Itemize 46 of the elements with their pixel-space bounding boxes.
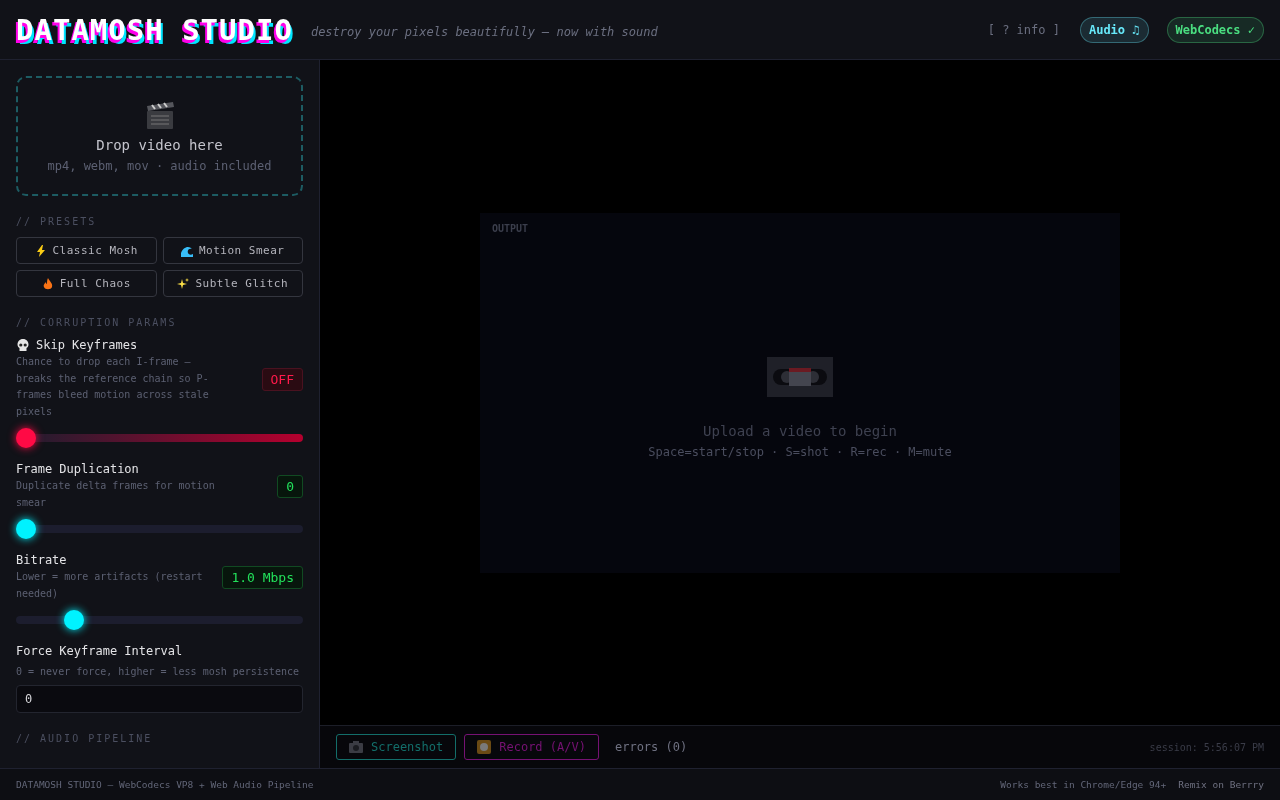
status-badge: Audio ♫ — [1079, 16, 1149, 43]
preset-button[interactable]: Classic Mosh — [16, 237, 157, 264]
lightning-icon — [34, 244, 47, 257]
tagline: destroy your pixels beautifully — now with sound — [310, 24, 658, 39]
param-value: 1.0 Mbps — [222, 566, 303, 589]
param-value: 0 — [277, 475, 303, 498]
record-icon — [477, 740, 492, 754]
param-description: 0 = never force, higher = less mosh persistence — [16, 665, 300, 679]
input-field[interactable]: 0 — [16, 684, 303, 713]
drop-zone[interactable]: Drop video here mp4, webm, mov · audio included — [16, 76, 303, 196]
status-badge: WebCodecs ✓ — [1166, 16, 1264, 43]
dropzone-hint: mp4, webm, mov · audio included — [47, 159, 272, 173]
remix-link[interactable]: Remix on Berrry — [1178, 779, 1264, 790]
preset-button[interactable]: Subtle Glitch — [162, 270, 303, 297]
session-time: session: 5:56:07 PM — [1149, 741, 1264, 753]
footer-text: DATAMOSH STUDIO — WebCodecs VP8 + Web Audio Pipeline — [16, 779, 314, 790]
param-name: Force Keyframe Interval — [16, 644, 184, 658]
cassette-icon — [767, 356, 833, 397]
param-value: OFF — [261, 367, 303, 391]
camera-icon — [349, 741, 363, 753]
slider-thumb[interactable] — [16, 519, 36, 539]
param-description: Chance to drop each I-frame — breaks the reference chain so P-frames bleed motion across stale pixels — [16, 355, 210, 419]
skull-icon — [16, 338, 30, 352]
section-heading: // PRESETS — [16, 216, 98, 227]
param-name: Skip Keyframes — [16, 338, 221, 352]
footer-note: Works best in Chrome/Edge 94+ — [1000, 779, 1167, 790]
error-count: errors (0) — [614, 740, 688, 754]
section-heading: // AUDIO PIPELINE — [16, 732, 154, 744]
slider-thumb[interactable] — [16, 428, 36, 448]
shortcut-hint: Space=start/stop · S=shot · R=rec · M=mute — [648, 444, 952, 459]
sparkle-icon — [177, 277, 190, 290]
wave-icon — [181, 244, 193, 257]
empty-message: Upload a video to begin — [703, 422, 897, 439]
param-name: Frame Duplication — [16, 462, 140, 476]
param-name: Bitrate — [16, 553, 68, 567]
preset-button[interactable]: Motion Smear — [162, 237, 303, 264]
section-heading: // CORRUPTION PARAMS — [16, 317, 178, 328]
param-description: Duplicate delta frames for motion smear — [16, 479, 216, 510]
param-description: Lower = more artifacts (restart needed) — [16, 570, 204, 601]
slider-thumb[interactable] — [64, 610, 85, 630]
preset-button[interactable]: Full Chaos — [16, 270, 157, 297]
app-title: DATAMOSH STUDIO — [16, 12, 293, 47]
flame-icon — [41, 277, 54, 290]
dropzone-title: Drop video here — [96, 137, 223, 153]
info-link[interactable]: [ ? info ] — [987, 22, 1060, 37]
output-label: OUTPUT — [492, 222, 529, 234]
